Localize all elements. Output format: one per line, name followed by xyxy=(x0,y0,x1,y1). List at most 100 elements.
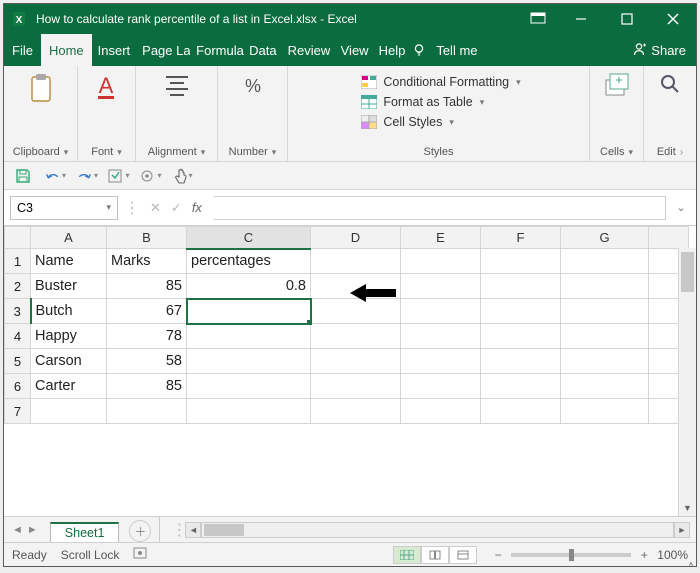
row-header[interactable]: 1 xyxy=(5,249,31,274)
qat-btn-4[interactable]: ▾ xyxy=(108,166,130,186)
ribbon-collapse-button[interactable]: ˄ xyxy=(688,560,694,571)
cell[interactable]: 78 xyxy=(107,324,187,349)
sheet-tab[interactable]: Sheet1 xyxy=(50,522,120,542)
add-sheet-button[interactable]: ＋ xyxy=(129,520,151,542)
vertical-scrollbar[interactable]: ▲ ▼ xyxy=(678,248,696,516)
formula-bar-expand[interactable]: ⌄ xyxy=(672,201,690,214)
col-header-c[interactable]: C xyxy=(187,227,311,249)
cell[interactable] xyxy=(481,399,561,424)
ribbon-cells[interactable]: Cells▾ xyxy=(590,66,644,161)
tab-home[interactable]: Home xyxy=(41,34,92,66)
tab-data[interactable]: Data xyxy=(244,34,281,66)
cell[interactable] xyxy=(311,399,401,424)
minimize-button[interactable] xyxy=(558,4,604,34)
cell[interactable] xyxy=(401,274,481,299)
cell-styles[interactable]: Cell Styles▾ xyxy=(360,112,520,132)
cell[interactable]: Name xyxy=(31,249,107,274)
cell[interactable] xyxy=(401,324,481,349)
ribbon-font[interactable]: A Font▾ xyxy=(78,66,136,161)
scroll-left-icon[interactable]: ◄ xyxy=(185,522,201,538)
horizontal-scrollbar[interactable]: ◄ ► xyxy=(185,522,696,538)
cell[interactable]: Buster xyxy=(31,274,107,299)
cell[interactable] xyxy=(481,299,561,324)
cell[interactable] xyxy=(481,274,561,299)
cell[interactable] xyxy=(311,249,401,274)
enter-formula-icon[interactable]: ✓ xyxy=(171,200,182,216)
cell[interactable] xyxy=(561,249,649,274)
cell[interactable] xyxy=(481,374,561,399)
row-header[interactable]: 5 xyxy=(5,349,31,374)
col-header-f[interactable]: F xyxy=(481,227,561,249)
zoom-slider[interactable] xyxy=(511,553,631,557)
row-header[interactable]: 3 xyxy=(5,299,31,324)
scroll-down-icon[interactable]: ▼ xyxy=(679,500,696,516)
macro-record-icon[interactable] xyxy=(133,546,147,563)
cell[interactable] xyxy=(187,399,311,424)
cell[interactable]: Carter xyxy=(31,374,107,399)
cell[interactable] xyxy=(31,399,107,424)
tell-me[interactable]: Tell me xyxy=(428,34,485,66)
lightbulb-icon[interactable] xyxy=(410,34,428,66)
row-header[interactable]: 7 xyxy=(5,399,31,424)
ribbon-alignment[interactable]: Alignment▾ xyxy=(136,66,218,161)
cell[interactable]: percentages xyxy=(187,249,311,274)
select-all-corner[interactable] xyxy=(5,227,31,249)
cell[interactable] xyxy=(481,324,561,349)
zoom-out[interactable]: − xyxy=(491,548,505,562)
cell[interactable] xyxy=(481,249,561,274)
row-header[interactable]: 6 xyxy=(5,374,31,399)
cell[interactable] xyxy=(561,299,649,324)
cell[interactable] xyxy=(401,399,481,424)
col-header-g[interactable]: G xyxy=(561,227,649,249)
cell[interactable] xyxy=(561,274,649,299)
scroll-thumb[interactable] xyxy=(681,252,694,292)
row-header[interactable]: 2 xyxy=(5,274,31,299)
col-header-d[interactable]: D xyxy=(311,227,401,249)
conditional-formatting[interactable]: Conditional Formatting▾ xyxy=(360,72,520,92)
format-as-table[interactable]: Format as Table▾ xyxy=(360,92,520,112)
cell[interactable] xyxy=(187,324,311,349)
cell[interactable]: 58 xyxy=(107,349,187,374)
tab-insert[interactable]: Insert xyxy=(92,34,137,66)
cell[interactable]: 85 xyxy=(107,374,187,399)
cell[interactable] xyxy=(561,399,649,424)
cell[interactable] xyxy=(187,374,311,399)
touch-mode-button[interactable]: ▾ xyxy=(172,166,194,186)
cell[interactable]: Butch xyxy=(31,299,107,324)
cell[interactable] xyxy=(401,249,481,274)
qat-btn-5[interactable]: ▾ xyxy=(140,166,162,186)
tab-help[interactable]: Help xyxy=(374,34,411,66)
undo-button[interactable]: ▾ xyxy=(44,166,66,186)
cell[interactable]: Happy xyxy=(31,324,107,349)
share-button[interactable]: Share xyxy=(622,34,696,66)
active-cell[interactable] xyxy=(187,299,311,324)
hscroll-thumb[interactable] xyxy=(204,524,244,536)
cell[interactable]: Marks xyxy=(107,249,187,274)
cell[interactable]: 0.8 xyxy=(187,274,311,299)
cell[interactable]: Carson xyxy=(31,349,107,374)
worksheet-grid[interactable]: A B C D E F G 1 Name Marks percentages 2… xyxy=(4,226,696,516)
cell[interactable] xyxy=(311,324,401,349)
row-header[interactable]: 4 xyxy=(5,324,31,349)
col-header-b[interactable]: B xyxy=(107,227,187,249)
sheet-nav-next[interactable]: ► xyxy=(27,524,38,536)
tab-formulas[interactable]: Formula xyxy=(190,34,244,66)
tab-view[interactable]: View xyxy=(336,34,374,66)
cell[interactable] xyxy=(401,374,481,399)
col-header-h[interactable] xyxy=(649,227,689,249)
cell[interactable] xyxy=(401,299,481,324)
redo-button[interactable]: ▾ xyxy=(76,166,98,186)
view-normal[interactable] xyxy=(393,546,421,564)
cell[interactable] xyxy=(311,374,401,399)
tab-review[interactable]: Review xyxy=(282,34,336,66)
cell[interactable] xyxy=(561,349,649,374)
tab-page-layout[interactable]: Page La xyxy=(136,34,190,66)
ribbon-editing[interactable]: Edit› xyxy=(644,66,696,161)
zoom-in[interactable]: + xyxy=(637,548,651,562)
save-button[interactable] xyxy=(12,166,34,186)
ribbon-mode-button[interactable] xyxy=(518,4,558,34)
cell[interactable] xyxy=(561,374,649,399)
cancel-formula-icon[interactable]: ✕ xyxy=(150,200,161,216)
col-header-e[interactable]: E xyxy=(401,227,481,249)
view-page-layout[interactable] xyxy=(421,546,449,564)
